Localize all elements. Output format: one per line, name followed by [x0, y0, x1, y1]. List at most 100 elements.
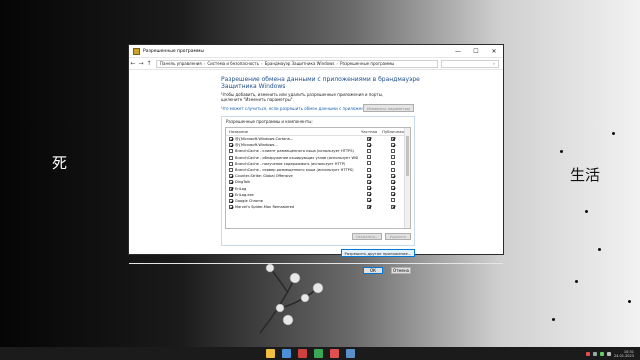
close-button[interactable]: ✕ — [485, 45, 503, 57]
public-cell — [380, 186, 406, 191]
public-checkbox[interactable] — [391, 161, 395, 166]
public-cell — [380, 204, 406, 210]
app-icon[interactable] — [330, 349, 339, 358]
header-public[interactable]: Публичная — [380, 129, 406, 134]
public-checkbox[interactable] — [391, 186, 395, 191]
private-checkbox[interactable] — [367, 155, 371, 160]
public-checkbox[interactable] — [391, 167, 395, 172]
desktop-left-char: 死 — [52, 154, 68, 172]
private-checkbox[interactable] — [367, 179, 371, 184]
row-name-cell: @{Microsoft.Windows... — [226, 143, 358, 148]
clock[interactable]: 10:31 24.01.2023 — [614, 350, 634, 358]
private-cell — [358, 179, 380, 185]
table-row[interactable]: Marvel's Spider-Man Remastered — [226, 204, 410, 210]
details-button[interactable]: Сведения... — [352, 233, 382, 240]
risk-link[interactable]: Что может случиться, если разрешить обме… — [221, 106, 374, 111]
firewall-icon — [133, 47, 140, 55]
table-scrollbar[interactable] — [404, 128, 410, 228]
private-checkbox[interactable] — [367, 148, 371, 153]
tray-icon[interactable] — [606, 351, 611, 356]
app-name: EriLag.exe — [235, 192, 254, 197]
app-name: DingTalk — [235, 180, 251, 185]
breadcrumb-firewall[interactable]: Брандмауэр Защитника Windows — [265, 61, 335, 66]
public-checkbox[interactable] — [391, 179, 395, 184]
system-tray: 10:31 24.01.2023 — [585, 347, 640, 360]
row-enable-checkbox[interactable] — [229, 149, 233, 154]
row-enable-checkbox[interactable] — [229, 186, 233, 191]
row-enable-checkbox[interactable] — [229, 205, 233, 210]
private-cell — [358, 148, 380, 154]
delete-button[interactable]: Удалить — [385, 233, 411, 240]
settings-icon[interactable] — [346, 349, 355, 358]
row-enable-checkbox[interactable] — [229, 174, 233, 179]
private-checkbox[interactable] — [367, 186, 371, 191]
row-enable-checkbox[interactable] — [229, 137, 233, 142]
public-cell — [380, 192, 406, 197]
public-checkbox[interactable] — [391, 173, 395, 178]
private-checkbox[interactable] — [367, 161, 371, 166]
explorer-icon[interactable] — [266, 349, 275, 358]
breadcrumb[interactable]: Панель управления › Система и безопасност… — [156, 59, 438, 68]
scrollbar-thumb[interactable] — [406, 136, 409, 176]
private-checkbox[interactable] — [367, 136, 371, 141]
private-checkbox[interactable] — [367, 204, 371, 209]
title-bar[interactable]: Разрешенные программы — ☐ ✕ — [129, 45, 503, 58]
private-checkbox[interactable] — [367, 192, 371, 197]
tray-icon[interactable] — [592, 351, 597, 356]
public-checkbox[interactable] — [391, 192, 395, 197]
row-enable-checkbox[interactable] — [229, 180, 233, 185]
private-cell — [358, 136, 380, 142]
private-checkbox[interactable] — [367, 142, 371, 147]
row-enable-checkbox[interactable] — [229, 198, 233, 203]
private-checkbox[interactable] — [367, 198, 371, 203]
private-cell — [358, 155, 380, 160]
ok-button[interactable]: ОК — [363, 267, 383, 274]
tray-icon[interactable] — [585, 351, 590, 356]
app-name: BranchCache - получение содержимого (исп… — [235, 161, 346, 166]
private-cell — [358, 167, 380, 173]
row-name-cell: DingTalk — [226, 180, 358, 185]
header-name[interactable]: Название — [226, 129, 358, 134]
allow-other-app-button[interactable]: Разрешить другое приложение... — [341, 249, 415, 257]
minimize-button[interactable]: — — [449, 45, 467, 57]
app-name: BranchCache - клиент размещенного кэша (… — [235, 149, 354, 154]
header-private[interactable]: Частная — [358, 129, 380, 134]
private-checkbox[interactable] — [367, 167, 371, 172]
breadcrumb-allowed-apps[interactable]: Разрешенные программы — [340, 61, 394, 66]
search-icon: ⌕ — [492, 61, 495, 66]
public-checkbox[interactable] — [391, 204, 395, 209]
breadcrumb-system-security[interactable]: Система и безопасность — [207, 61, 259, 66]
public-checkbox[interactable] — [391, 142, 395, 147]
row-enable-checkbox[interactable] — [229, 143, 233, 148]
public-checkbox[interactable] — [391, 136, 395, 141]
app-name: Counter-Strike: Global Offensive — [235, 174, 293, 179]
public-checkbox[interactable] — [391, 155, 395, 160]
row-enable-checkbox[interactable] — [229, 168, 233, 173]
mail-icon[interactable] — [282, 349, 291, 358]
row-enable-checkbox[interactable] — [229, 192, 233, 197]
row-enable-checkbox[interactable] — [229, 161, 233, 166]
media-icon[interactable] — [298, 349, 307, 358]
cancel-button[interactable]: Отмена — [391, 267, 411, 274]
chrome-icon[interactable] — [314, 349, 323, 358]
change-settings-button[interactable]: Изменить параметры — [363, 104, 414, 112]
up-arrow-icon[interactable]: ↑ — [145, 60, 153, 67]
forward-arrow-icon[interactable]: → — [137, 60, 145, 67]
public-cell — [380, 198, 406, 203]
private-cell — [358, 198, 380, 203]
window-title: Разрешенные программы — [143, 48, 204, 54]
description-text: Чтобы добавить, изменить или удалить раз… — [221, 92, 384, 102]
private-checkbox[interactable] — [367, 173, 371, 178]
public-checkbox[interactable] — [391, 198, 395, 203]
back-arrow-icon[interactable]: ← — [129, 60, 137, 67]
public-checkbox[interactable] — [391, 148, 395, 153]
row-name-cell: @{Microsoft.Windows.Cortana... — [226, 137, 358, 142]
tray-icon[interactable] — [599, 351, 604, 356]
app-name: Google Chrome — [235, 198, 263, 203]
public-cell — [380, 155, 406, 160]
maximize-button[interactable]: ☐ — [467, 45, 485, 57]
breadcrumb-control-panel[interactable]: Панель управления — [160, 61, 202, 66]
search-input[interactable]: ⌕ — [441, 59, 499, 68]
row-enable-checkbox[interactable] — [229, 155, 233, 160]
row-name-cell: BranchCache - клиент размещенного кэша (… — [226, 149, 358, 154]
